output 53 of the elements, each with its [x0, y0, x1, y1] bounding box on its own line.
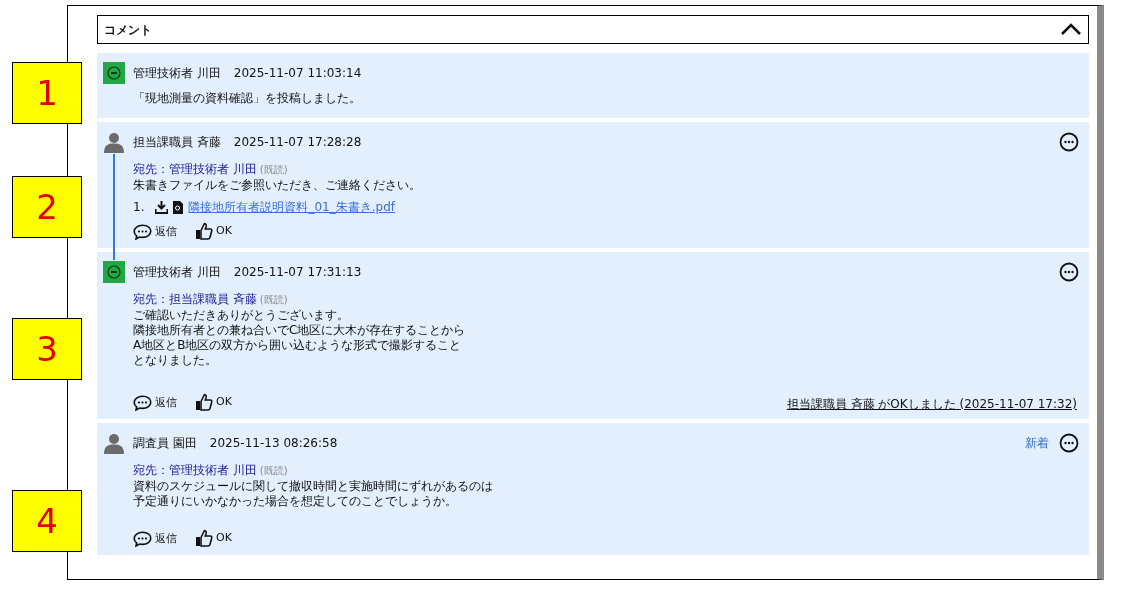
comment-text: 隣接地所有者との兼ね合いでC地区に大木が存在することから: [133, 323, 466, 338]
person-avatar-icon: [103, 432, 125, 454]
thumbs-up-icon: [195, 222, 213, 240]
reply-button[interactable]: 返信: [133, 530, 177, 547]
comment-text: A地区とB地区の双方から囲い込むような形式で撮影すること: [133, 338, 462, 353]
timestamp: 2025-11-07 17:31:13: [233, 264, 362, 281]
recipient: 宛先：管理技術者 川田: [133, 462, 257, 479]
speech-bubble-icon: [133, 223, 152, 240]
comment-text: 資料のスケジュールに関して撤収時間と実施時間にずれがあるのは: [133, 479, 493, 494]
callout-number: 2: [12, 176, 82, 238]
reply-button[interactable]: 返信: [133, 394, 177, 411]
timestamp: 2025-11-07 11:03:14: [233, 65, 362, 82]
collapse-chevron-icon: [1060, 23, 1082, 36]
speech-bubble-icon: [133, 530, 152, 547]
read-status: (既読): [259, 293, 288, 307]
ok-button[interactable]: OK: [195, 222, 232, 240]
comment-text: ご確認いただきありがとうございます。: [133, 308, 349, 323]
ok-note[interactable]: 担当課職員 斉藤 がOKしました (2025-11-07 17:32): [786, 395, 1077, 413]
comment-text: となりました。: [133, 353, 217, 368]
recipient: 宛先：担当課職員 斉藤: [133, 291, 257, 308]
timestamp: 2025-11-13 08:26:58: [209, 435, 338, 452]
download-icon[interactable]: [155, 200, 169, 214]
comment-text: 朱書きファイルをご参照いただき、ご連絡ください。: [133, 178, 421, 193]
recipient: 宛先：管理技術者 川田: [133, 161, 257, 178]
callout-number: 1: [12, 62, 82, 124]
comment-text: 「現地測量の資料確認」を投稿しました。: [133, 91, 361, 106]
author-name: 管理技術者 川田: [133, 65, 221, 82]
callout-number: 4: [12, 490, 82, 552]
thumbs-up-icon: [195, 529, 213, 547]
author-name: 調査員 園田: [133, 435, 197, 452]
list-number: 1.: [133, 199, 145, 216]
author-name: 管理技術者 川田: [133, 264, 221, 281]
author-name: 担当課職員 斉藤: [133, 134, 221, 151]
reply-button[interactable]: 返信: [133, 223, 177, 240]
file-search-icon[interactable]: [173, 200, 184, 214]
callout-number: 3: [12, 318, 82, 380]
ok-button[interactable]: OK: [195, 393, 232, 411]
file-link[interactable]: 隣接地所有者説明資料_01_朱書き.pdf: [188, 198, 395, 216]
thumbs-up-icon: [195, 393, 213, 411]
speech-bubble-icon: [133, 394, 152, 411]
badge-avatar-icon: [103, 261, 125, 283]
more-options-icon[interactable]: [1059, 132, 1079, 152]
more-options-icon[interactable]: [1059, 262, 1079, 282]
timestamp: 2025-11-07 17:28:28: [233, 134, 362, 151]
comment-text: 予定通りにいかなかった場合を想定してのことでしょうか。: [133, 494, 457, 509]
ok-button[interactable]: OK: [195, 529, 232, 547]
section-header[interactable]: コメント: [97, 15, 1089, 44]
person-avatar-icon: [103, 131, 125, 153]
badge-avatar-icon: [103, 62, 125, 84]
read-status: (既読): [259, 163, 288, 177]
new-label: 新着: [1025, 435, 1049, 452]
read-status: (既読): [259, 464, 288, 478]
more-options-icon[interactable]: [1059, 433, 1079, 453]
